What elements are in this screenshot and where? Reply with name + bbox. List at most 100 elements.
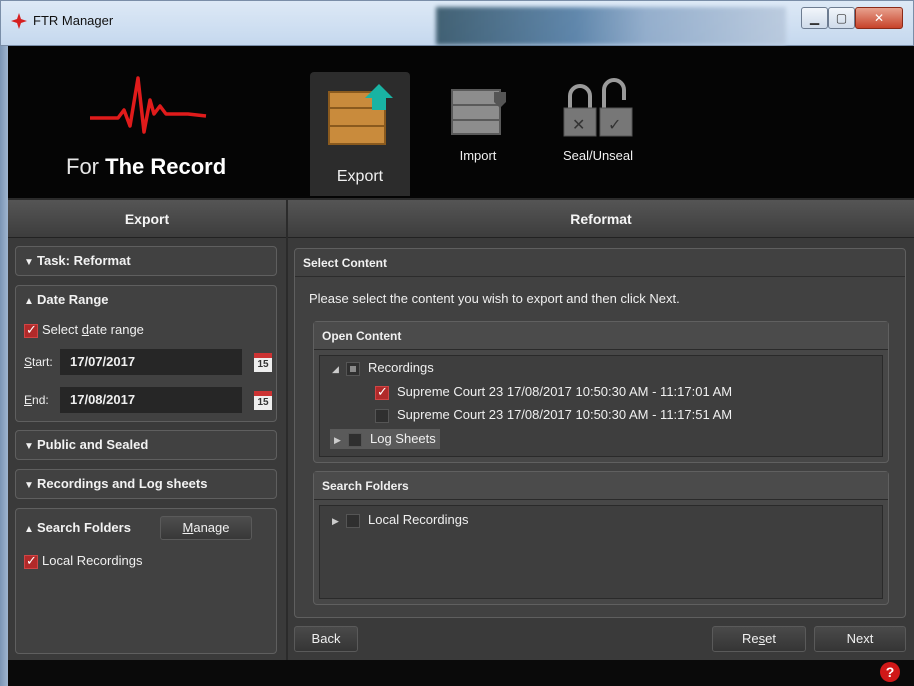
tree-item-log-sheets[interactable]: ▶ Log Sheets (330, 429, 440, 449)
padlock-seal-icon: ✕ ✓ (563, 78, 633, 137)
left-panel-header: Export (8, 200, 286, 238)
calendar-icon[interactable]: 15 (254, 391, 272, 410)
task-section[interactable]: ▼ Task: Reformat (15, 246, 277, 276)
window-border (0, 46, 8, 686)
app-icon (11, 13, 27, 29)
open-content-group: Open Content ◢ Recordings Supreme Court 2… (313, 321, 889, 463)
crate-export-icon (328, 84, 393, 145)
search-folders-group-header: Search Folders (314, 472, 888, 500)
checkbox-unchecked-icon[interactable] (375, 408, 389, 423)
select-content-box: Select Content Please select the content… (294, 248, 906, 618)
checkbox-partial-icon[interactable] (346, 361, 360, 376)
header-banner: For The Record Export Import ✕ ✓ Seal/Un… (8, 46, 914, 198)
tree-item-recordings[interactable]: ◢ Recordings (332, 360, 434, 376)
recording-2-label: Supreme Court 23 17/08/2017 10:50:30 AM … (397, 407, 733, 422)
reset-label-post: et (765, 631, 776, 646)
start-date-label: Start: (24, 355, 53, 369)
tree-item-recording-1[interactable]: Supreme Court 23 17/08/2017 10:50:30 AM … (375, 384, 732, 400)
local-recordings-label: Local Recordings (42, 553, 143, 568)
seal-unseal-toolbar-button[interactable]: ✕ ✓ Seal/Unseal (553, 74, 643, 184)
local-recordings-checkbox[interactable]: Local Recordings (24, 553, 142, 569)
start-date-row: Start: 17/07/2017 15 (24, 349, 272, 375)
open-content-header: Open Content (314, 322, 888, 350)
back-button[interactable]: Back (294, 626, 358, 652)
maximize-button[interactable]: ▢ (828, 7, 855, 29)
help-icon[interactable]: ? (880, 662, 900, 682)
next-button[interactable]: Next (814, 626, 906, 652)
public-sealed-section[interactable]: ▼ Public and Sealed (15, 430, 277, 460)
tree-item-local-recordings[interactable]: ▶ Local Recordings (332, 512, 468, 528)
calendar-icon[interactable]: 15 (254, 353, 272, 372)
window-titlebar: FTR Manager ▁ ▢ ✕ (0, 0, 914, 46)
checkbox-unchecked-icon[interactable] (346, 513, 360, 528)
reset-label-pre: Re (742, 631, 759, 646)
checkbox-checked-icon[interactable] (375, 384, 389, 400)
close-button[interactable]: ✕ (855, 7, 903, 29)
select-date-range-checkbox[interactable]: Select date range (24, 322, 144, 338)
chevron-down-icon: ▼ (24, 480, 34, 491)
ftr-logo: For The Record (28, 60, 268, 190)
date-range-section: ▲Date Range Select date range Start: 17/… (15, 285, 277, 422)
logo-text: For The Record (66, 154, 226, 180)
instruction-text: Please select the content you wish to ex… (309, 291, 680, 306)
status-bar (8, 660, 914, 686)
start-label-mnemonic: S (24, 355, 33, 369)
end-label-post: nd: (32, 393, 49, 407)
crate-import-icon (451, 89, 506, 135)
background-taskbar-blur (436, 7, 786, 45)
minimize-button[interactable]: ▁ (801, 7, 828, 29)
export-label: Export (336, 168, 384, 185)
end-label-mnemonic: E (24, 393, 33, 407)
chevron-down-icon: ▼ (24, 441, 34, 452)
seal-unseal-label: Seal/Unseal (562, 148, 634, 163)
checkbox-checked-icon[interactable] (24, 553, 38, 569)
checkbox-text-pre: Select (42, 322, 82, 337)
svg-text:✕: ✕ (572, 115, 585, 134)
log-sheets-label: Log Sheets (370, 431, 436, 446)
import-toolbar-button[interactable]: Import (438, 74, 518, 184)
manage-label-post: anage (193, 520, 230, 535)
date-range-header[interactable]: ▲ Date Range (16, 286, 276, 314)
end-date-row: End: 17/08/2017 15 (24, 387, 272, 413)
reformat-panel: Reformat Select Content Please select th… (288, 200, 914, 660)
checkbox-checked-icon[interactable] (24, 322, 38, 338)
search-folders-tree: ▶ Local Recordings (319, 505, 883, 599)
recordings-logsheets-label: Recordings and Log sheets (37, 476, 208, 491)
export-toolbar-button[interactable]: Export (310, 72, 410, 196)
search-folders-group: Search Folders ▶ Local Recordings (313, 471, 889, 605)
checkbox-unchecked-icon[interactable] (348, 432, 362, 447)
tree-item-recording-2[interactable]: Supreme Court 23 17/08/2017 10:50:30 AM … (375, 407, 732, 423)
search-folders-label: Search Folders (37, 520, 131, 535)
logo-text-bold: The Record (105, 154, 227, 179)
collapsed-arrow-icon[interactable]: ▶ (334, 435, 348, 446)
end-date-input[interactable]: 17/08/2017 (60, 387, 242, 413)
select-content-header: Select Content (295, 249, 905, 277)
window-title: FTR Manager (33, 13, 114, 28)
chevron-up-icon: ▲ (24, 524, 34, 535)
recordings-label: Recordings (368, 360, 434, 375)
checkbox-text-post: ate range (88, 322, 144, 337)
recordings-logsheets-section[interactable]: ▼ Recordings and Log sheets (15, 469, 277, 499)
manage-button[interactable]: Manage (160, 516, 252, 540)
chevron-up-icon: ▲ (24, 296, 34, 307)
public-sealed-label: Public and Sealed (37, 437, 149, 452)
task-label: Task: Reformat (37, 253, 131, 268)
logo-text-light: For (66, 154, 106, 179)
import-label: Import (459, 148, 497, 163)
expanded-arrow-icon[interactable]: ◢ (332, 364, 346, 375)
recording-1-label: Supreme Court 23 17/08/2017 10:50:30 AM … (397, 384, 733, 399)
task-header[interactable]: ▼ Task: Reformat (16, 247, 276, 275)
open-content-tree: ◢ Recordings Supreme Court 23 17/08/2017 … (319, 355, 883, 457)
svg-text:✓: ✓ (608, 115, 621, 134)
public-sealed-header[interactable]: ▼ Public and Sealed (16, 431, 276, 459)
reset-button[interactable]: Reset (712, 626, 806, 652)
export-options-panel: Export ▼Task: Reformat ▲Date Range Selec… (8, 200, 286, 660)
chevron-down-icon: ▼ (24, 257, 34, 268)
right-panel-header: Reformat (288, 200, 914, 238)
waveform-logo-icon (90, 76, 207, 134)
local-recordings-tree-label: Local Recordings (368, 512, 469, 527)
start-date-input[interactable]: 17/07/2017 (60, 349, 242, 375)
date-range-label: Date Range (37, 292, 109, 307)
collapsed-arrow-icon[interactable]: ▶ (332, 516, 346, 527)
recordings-logsheets-header[interactable]: ▼ Recordings and Log sheets (16, 470, 276, 498)
